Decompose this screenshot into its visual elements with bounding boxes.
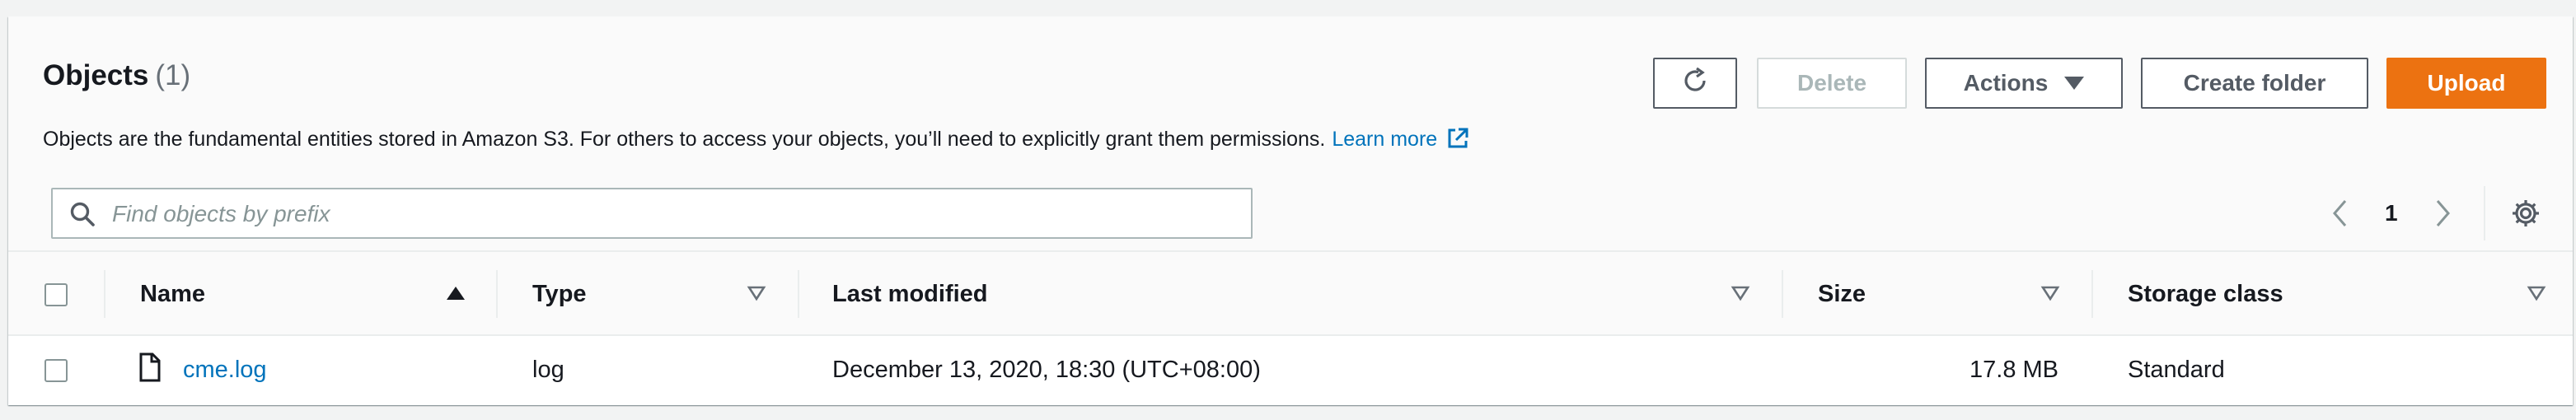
select-all-checkbox[interactable] (44, 283, 68, 306)
previous-page-icon[interactable] (2330, 198, 2349, 233)
search-input[interactable] (110, 189, 1243, 239)
create-folder-button[interactable]: Create folder (2141, 58, 2368, 109)
sort-icon[interactable] (2040, 285, 2060, 306)
delete-button[interactable]: Delete (1757, 58, 1907, 109)
gear-icon[interactable] (2510, 198, 2541, 233)
page-title: Objects (1) (43, 58, 190, 94)
column-header-size[interactable]: Size (1818, 278, 1866, 310)
actions-button[interactable]: Actions (1925, 58, 2123, 109)
caret-down-icon (2064, 77, 2085, 90)
external-link-icon[interactable] (1445, 126, 1470, 158)
search-icon (69, 201, 96, 231)
sort-icon[interactable] (747, 285, 766, 306)
pagination-divider (2484, 186, 2485, 240)
column-separator (798, 270, 799, 318)
sort-ascending-icon[interactable] (445, 285, 466, 306)
title-text: Objects (43, 59, 149, 91)
object-type: log (532, 357, 564, 383)
search-box[interactable] (51, 188, 1253, 239)
row-checkbox[interactable] (44, 359, 68, 382)
column-separator (104, 270, 105, 318)
object-count: (1) (155, 59, 191, 91)
objects-table: Name Type Last modified Size Storage cla… (8, 250, 2573, 405)
object-storage-class: Standard (2128, 357, 2225, 383)
refresh-button[interactable] (1653, 58, 1737, 109)
learn-more-link[interactable]: Learn more (1332, 128, 1437, 151)
actions-label: Actions (1963, 70, 2049, 96)
column-header-last-modified[interactable]: Last modified (832, 278, 988, 310)
table-row[interactable]: cme.log log December 13, 2020, 18:30 (UT… (8, 336, 2573, 405)
object-size: 17.8 MB (1969, 357, 2058, 383)
page-number[interactable]: 1 (2385, 198, 2398, 229)
description: Objects are the fundamental entities sto… (43, 125, 1470, 158)
table-header: Name Type Last modified Size Storage cla… (8, 250, 2573, 336)
refresh-icon (1680, 66, 1710, 101)
column-header-type[interactable]: Type (532, 278, 587, 310)
upload-button[interactable]: Upload (2386, 58, 2546, 109)
sort-icon[interactable] (1731, 285, 1750, 306)
column-separator (2091, 270, 2093, 318)
object-name-link[interactable]: cme.log (183, 354, 267, 385)
column-separator (496, 270, 498, 318)
description-text: Objects are the fundamental entities sto… (43, 128, 1326, 151)
column-header-name[interactable]: Name (140, 278, 205, 310)
column-separator (1782, 270, 1783, 318)
file-icon (138, 352, 162, 386)
sort-icon[interactable] (2527, 285, 2546, 306)
object-last-modified: December 13, 2020, 18:30 (UTC+08:00) (832, 357, 1261, 383)
column-header-storage-class[interactable]: Storage class (2128, 278, 2283, 310)
next-page-icon[interactable] (2434, 198, 2452, 233)
